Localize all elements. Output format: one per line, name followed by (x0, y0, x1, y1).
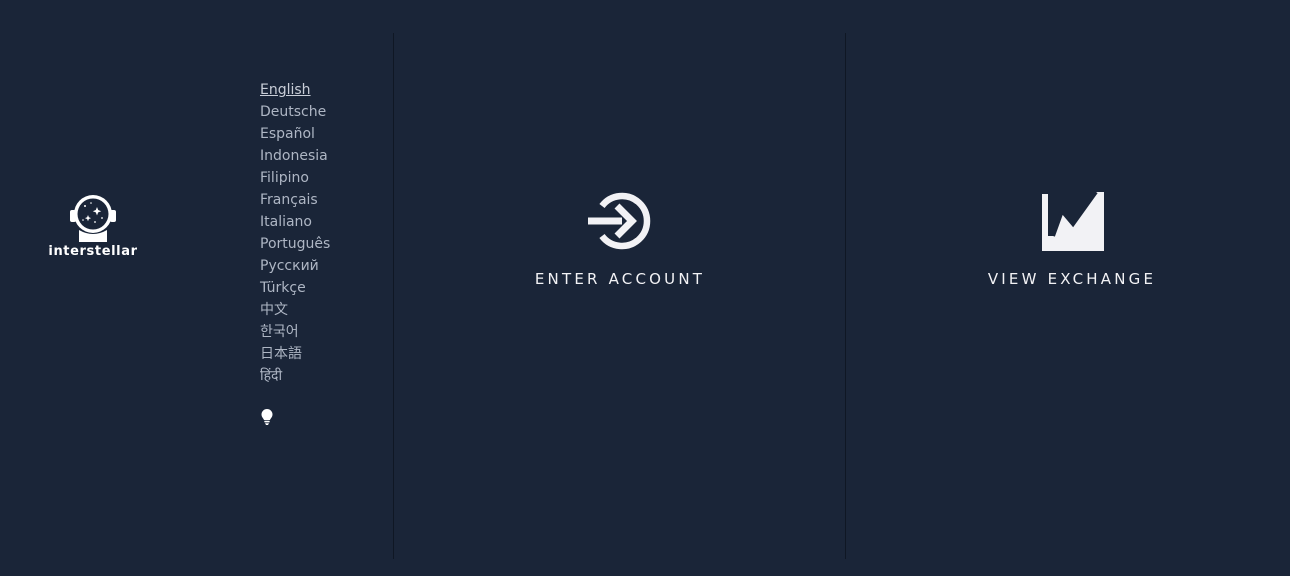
language-option[interactable]: Türkçe (260, 277, 330, 299)
language-option[interactable]: 日本語 (260, 343, 330, 365)
astronaut-helmet-icon (70, 195, 116, 242)
language-option[interactable]: Español (260, 123, 330, 145)
language-list: English Deutsche Español Indonesia Filipino F… (260, 79, 330, 387)
column-divider-left (393, 33, 394, 559)
language-option[interactable]: Filipino (260, 167, 330, 189)
language-option[interactable]: Indonesia (260, 145, 330, 167)
view-exchange-label: VIEW EXCHANGE (987, 270, 1157, 288)
language-option[interactable]: हिंदी (260, 365, 330, 387)
brand-logo[interactable]: interstellar (40, 192, 146, 259)
area-chart-icon (1042, 190, 1104, 251)
column-divider-right (845, 33, 846, 559)
language-option[interactable]: English (260, 79, 330, 101)
enter-account-label: ENTER ACCOUNT (534, 270, 706, 288)
sign-in-icon (588, 192, 651, 250)
language-option[interactable]: Português (260, 233, 330, 255)
language-option[interactable]: 中文 (260, 299, 330, 321)
lightbulb-icon[interactable] (260, 408, 274, 426)
language-option[interactable]: 한국어 (260, 321, 330, 343)
language-option[interactable]: Français (260, 189, 330, 211)
landing-page: interstellar English Deutsche Español Indon… (0, 0, 1290, 576)
language-option[interactable]: Deutsche (260, 101, 330, 123)
enter-account-button[interactable]: ENTER ACCOUNT (395, 188, 845, 288)
brand-name: interstellar (48, 244, 138, 259)
view-exchange-button[interactable]: VIEW EXCHANGE (847, 188, 1290, 288)
language-option[interactable]: Русский (260, 255, 330, 277)
language-option[interactable]: Italiano (260, 211, 330, 233)
